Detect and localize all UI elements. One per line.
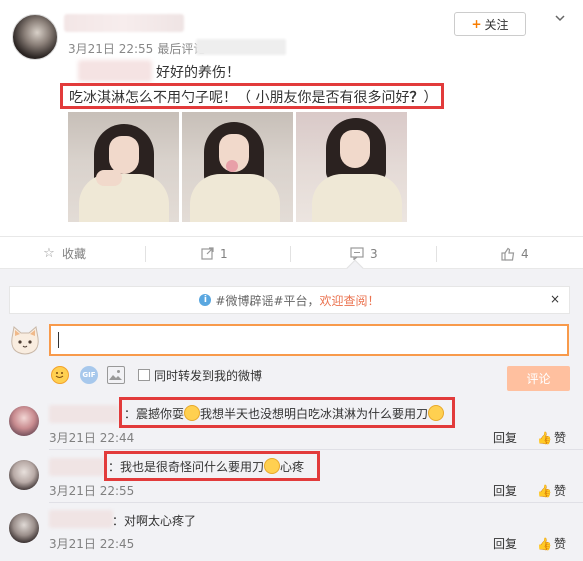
comment-text-part2: 心疼: [280, 460, 305, 474]
submit-comment-button[interactable]: 评论: [507, 366, 570, 391]
comment-text: ：对啊太心疼了: [112, 514, 197, 528]
my-avatar[interactable]: [9, 326, 41, 356]
emoji-icon: [184, 405, 201, 421]
post-header: 3月21日 22:55 最后评论 + 关注: [0, 0, 583, 60]
commenter-name-blurred[interactable]: [49, 458, 105, 476]
commenter-name-blurred[interactable]: [49, 510, 113, 528]
repost-icon: [200, 247, 214, 261]
post-line2-end: ）: [423, 90, 438, 106]
post-line2-main: 吃冰淇淋怎么不用勺子呢！（ 小朋友你是否有很多问好: [69, 90, 410, 106]
commenter-avatar[interactable]: [9, 513, 39, 543]
comment-text: ：震撼你耍 我想半天也没想明白吃冰淇淋为什么要用刀: [124, 405, 445, 422]
thumbs-up-icon: 👍: [537, 537, 552, 551]
comment-time: 3月21日 22:45: [49, 537, 135, 551]
follow-label: 关注: [484, 17, 509, 32]
repost-count: 1: [220, 246, 228, 261]
like-label: 赞: [553, 484, 566, 498]
notice-highlight[interactable]: 欢迎查阅！: [320, 292, 380, 309]
post-date[interactable]: 3月21日 22:55: [68, 42, 153, 56]
comment-icon: [350, 247, 364, 261]
repost-checkbox[interactable]: [138, 369, 150, 381]
chevron-down-icon[interactable]: [552, 12, 568, 28]
thumbs-up-icon: 👍: [537, 431, 552, 445]
comment-time: 3月21日 22:55: [49, 484, 135, 498]
like-comment-button[interactable]: 👍 赞: [537, 482, 566, 499]
gif-icon[interactable]: GIF: [80, 366, 98, 384]
like-count: 4: [521, 246, 529, 261]
rumor-notice: i #微博辟谣#平台， 欢迎查阅！: [9, 286, 570, 314]
action-bar: ☆ 收藏 1 3 4: [0, 236, 583, 269]
reply-button[interactable]: 回复: [493, 535, 517, 552]
reply-button[interactable]: 回复: [493, 429, 517, 446]
comment-input[interactable]: [49, 324, 569, 356]
comment-text-part1: ：我也是很奇怪问什么要用刀: [108, 460, 265, 474]
thumbs-up-icon: [501, 247, 515, 261]
author-avatar[interactable]: [12, 14, 58, 60]
comment-time: 3月21日 22:44: [49, 431, 135, 445]
commenter-avatar[interactable]: [9, 406, 39, 436]
emoji-icon[interactable]: [51, 366, 69, 384]
post-photo-3[interactable]: [296, 112, 407, 222]
like-button[interactable]: 4: [501, 237, 529, 270]
divider: [49, 449, 583, 450]
comment-text-part2: 我想半天也没想明白吃冰淇淋为什么要用刀: [200, 407, 429, 421]
favorite-label: 收藏: [62, 247, 87, 261]
like-comment-button[interactable]: 👍 赞: [537, 429, 566, 446]
comment-count: 3: [370, 246, 378, 261]
close-icon[interactable]: ×: [550, 292, 560, 306]
like-label: 赞: [553, 431, 566, 445]
commenter-name-blurred[interactable]: [49, 405, 119, 423]
reply-button[interactable]: 回复: [493, 482, 517, 499]
post-text-line1: 好好的养伤！: [156, 65, 240, 81]
comment-text-part1: ：震撼你耍: [124, 407, 185, 421]
emoji-icon: [264, 458, 281, 474]
like-comment-button[interactable]: 👍 赞: [537, 535, 566, 552]
post-line2-bold: ？: [409, 90, 424, 106]
post-photo-2[interactable]: [182, 112, 293, 222]
mention-blurred[interactable]: [78, 60, 152, 82]
post-meta: 3月21日 22:55 最后评论: [68, 40, 209, 57]
author-name-blurred[interactable]: [64, 14, 184, 32]
post-photo-1[interactable]: [68, 112, 179, 222]
comment-text: ：我也是很奇怪问什么要用刀 心疼: [108, 458, 304, 475]
image-icon[interactable]: [107, 366, 125, 384]
star-icon: ☆: [43, 246, 55, 261]
text-cursor: [58, 332, 59, 348]
repost-button[interactable]: 1: [200, 237, 228, 270]
post-source-blurred: [196, 39, 286, 55]
notice-prefix[interactable]: #微博辟谣#平台，: [215, 292, 319, 309]
thumbs-up-icon: 👍: [537, 484, 552, 498]
commenter-avatar[interactable]: [9, 460, 39, 490]
emoji-icon: [428, 405, 445, 421]
favorite-button[interactable]: ☆ 收藏: [42, 237, 86, 270]
like-label: 赞: [553, 537, 566, 551]
repost-checkbox-label[interactable]: 同时转发到我的微博: [154, 367, 262, 384]
plus-icon: +: [471, 17, 482, 31]
follow-button[interactable]: + 关注: [454, 12, 526, 36]
divider: [49, 502, 583, 503]
post-text-line2-highlighted: 吃冰淇淋怎么不用勺子呢！（ 小朋友你是否有很多问好？）: [60, 83, 444, 109]
info-icon: i: [199, 294, 212, 306]
